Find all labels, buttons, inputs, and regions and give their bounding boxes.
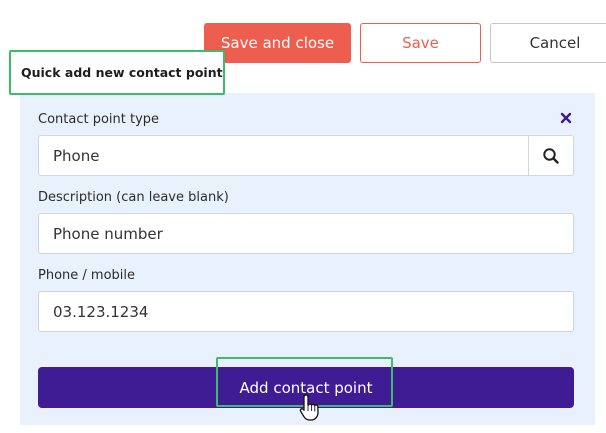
search-icon [543, 147, 559, 164]
quick-add-contact-point-screen: Save and close Save Cancel Quick add new… [0, 0, 606, 433]
contact-point-type-input[interactable]: Phone [38, 135, 529, 176]
save-and-close-button[interactable]: Save and close [204, 23, 351, 63]
description-value: Phone number [53, 224, 163, 243]
phone-input[interactable]: 03.123.1234 [38, 291, 574, 332]
description-label: Description (can leave blank) [38, 190, 229, 205]
save-label: Save [402, 34, 439, 52]
save-button[interactable]: Save [360, 23, 481, 63]
close-icon-glyph [560, 112, 572, 124]
save-and-close-label: Save and close [220, 34, 335, 52]
phone-label: Phone / mobile [38, 268, 136, 283]
panel-title: Quick add new contact point [21, 65, 223, 80]
description-input[interactable]: Phone number [38, 213, 574, 254]
panel-title-highlight: Quick add new contact point [9, 50, 225, 95]
contact-point-type-value: Phone [53, 146, 100, 165]
contact-point-type-label: Contact point type [38, 112, 160, 127]
phone-value: 03.123.1234 [53, 302, 149, 321]
hand-cursor-icon [299, 394, 319, 421]
cancel-label: Cancel [529, 34, 581, 52]
close-icon[interactable] [559, 111, 573, 127]
cancel-button[interactable]: Cancel [490, 23, 606, 63]
contact-point-type-lookup-button[interactable] [528, 135, 574, 176]
